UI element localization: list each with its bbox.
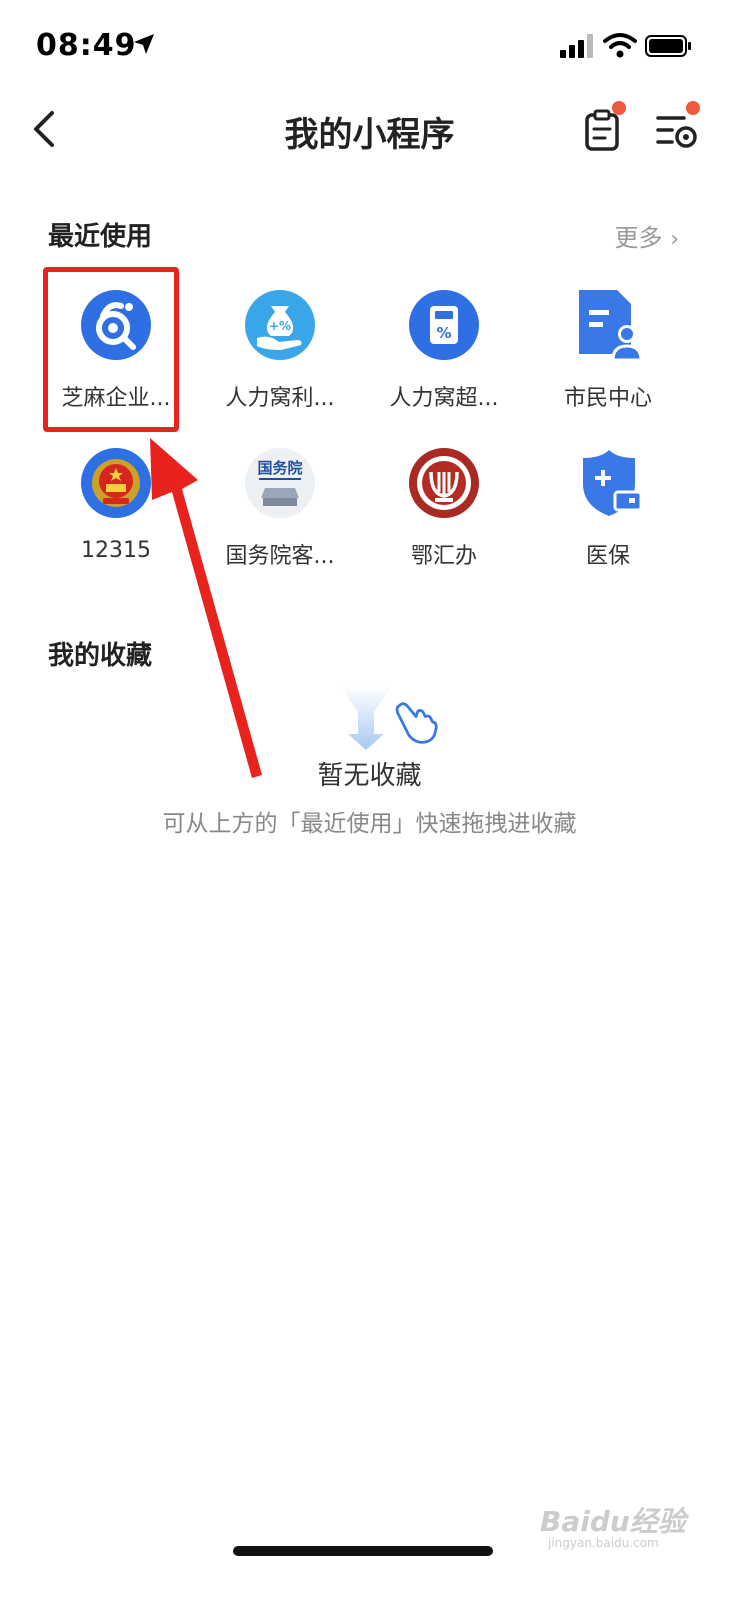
svg-text:+%: +% bbox=[269, 319, 291, 333]
nav-bar: 我的小程序 bbox=[0, 95, 739, 165]
app-renliwo-benefits[interactable]: +% 人力窝利... bbox=[200, 290, 360, 440]
app-label: 市民中心 bbox=[563, 386, 652, 411]
more-link[interactable]: 更多 › bbox=[615, 218, 679, 253]
baidu-watermark: Baidu经验 bbox=[540, 1505, 686, 1538]
home-indicator[interactable] bbox=[233, 1546, 493, 1556]
chevron-right-icon: › bbox=[670, 227, 679, 252]
notification-dot bbox=[686, 101, 700, 115]
app-label: 国务院客... bbox=[225, 544, 335, 569]
app-label: 医保 bbox=[585, 544, 630, 569]
calculator-icon: % bbox=[409, 290, 479, 360]
status-time: 08:49 bbox=[36, 28, 137, 63]
app-label: 鄂汇办 bbox=[410, 544, 477, 569]
drag-down-arrow-icon bbox=[340, 686, 392, 750]
app-label: 人力窝超... bbox=[389, 386, 499, 411]
app-ehuiban[interactable]: 鄂汇办 bbox=[364, 448, 524, 598]
national-emblem-icon bbox=[81, 448, 151, 518]
recent-section-title: 最近使用 bbox=[48, 222, 153, 252]
app-label: 人力窝利... bbox=[225, 386, 335, 411]
document-user-icon bbox=[579, 290, 643, 360]
app-renliwo-super[interactable]: % 人力窝超... bbox=[364, 290, 524, 440]
money-bag-hand-icon: +% bbox=[245, 290, 315, 360]
notification-dot bbox=[612, 101, 626, 115]
app-label: 12315 bbox=[81, 538, 151, 563]
baidu-watermark-url: jingyan.baidu.com bbox=[548, 1536, 659, 1550]
app-citizen-center[interactable]: 市民中心 bbox=[528, 290, 688, 440]
app-12315[interactable]: 12315 bbox=[36, 448, 196, 598]
app-medical-insurance[interactable]: 医保 bbox=[528, 448, 688, 598]
favorites-section-title: 我的收藏 bbox=[48, 641, 153, 671]
battery-icon bbox=[645, 35, 691, 57]
page-title: 我的小程序 bbox=[284, 115, 455, 155]
empty-state-title: 暂无收藏 bbox=[317, 761, 422, 791]
svg-text:%: % bbox=[436, 324, 451, 342]
pointing-hand-icon bbox=[395, 702, 438, 744]
cellular-signal-icon bbox=[560, 34, 593, 58]
location-arrow-icon bbox=[134, 34, 154, 54]
list-settings-icon[interactable] bbox=[656, 110, 700, 150]
app-state-council[interactable]: 国务院 国务院客... bbox=[200, 448, 360, 598]
wifi-icon bbox=[603, 33, 637, 58]
empty-state-hint: 可从上方的「最近使用」快速拖拽进收藏 bbox=[162, 811, 577, 837]
more-link-label: 更多 bbox=[614, 224, 663, 252]
status-bar: 08:49 bbox=[0, 0, 739, 90]
highlight-box bbox=[43, 267, 179, 432]
shield-plus-card-icon bbox=[583, 450, 643, 516]
ehuiban-emblem-icon bbox=[409, 448, 479, 518]
svg-text:国务院: 国务院 bbox=[257, 459, 302, 477]
state-council-logo-icon: 国务院 bbox=[245, 448, 315, 518]
